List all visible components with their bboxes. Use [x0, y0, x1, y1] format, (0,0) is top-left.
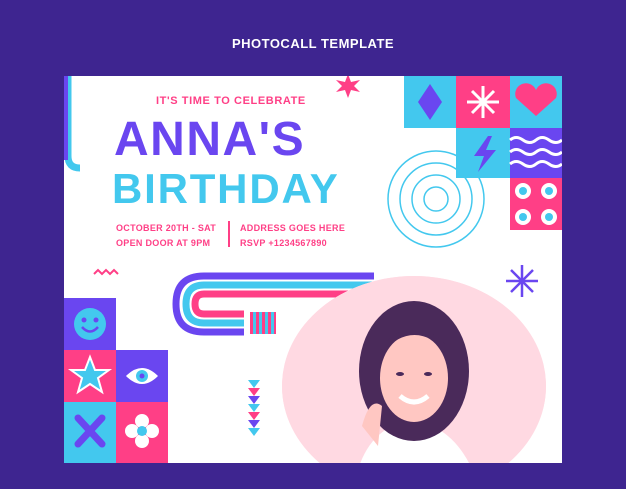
left-bar [64, 76, 68, 160]
date-time-block: OCTOBER 20TH - SAT OPEN DOOR AT 9PM [116, 221, 216, 251]
celebrant-name: ANNA'S [114, 113, 306, 166]
door-line: OPEN DOOR AT 9PM [116, 238, 211, 248]
address-block: ADDRESS GOES HERE RSVP +1234567890 [240, 221, 345, 251]
info-divider [228, 221, 230, 247]
address-line: ADDRESS GOES HERE [240, 223, 346, 233]
rsvp-line: RSVP +1234567890 [240, 238, 327, 248]
photocall-card: IT'S TIME TO CELEBRATE ANNA'S BIRTHDAY O… [64, 76, 562, 463]
date-line: OCTOBER 20TH - SAT [116, 223, 217, 233]
top-left-arch [64, 76, 91, 172]
burst-icon [336, 76, 360, 98]
event-title: BIRTHDAY [112, 165, 340, 212]
zigzag-decoration [93, 268, 119, 276]
page-header-title: PHOTOCALL TEMPLATE [231, 36, 395, 51]
asterisk-icon [506, 265, 538, 297]
triangle-stack [248, 380, 260, 436]
striped-block [250, 312, 276, 334]
celebrate-kicker: IT'S TIME TO CELEBRATE [156, 95, 306, 107]
smiley-icon [74, 308, 106, 340]
bottom-left-mosaic [64, 298, 168, 463]
